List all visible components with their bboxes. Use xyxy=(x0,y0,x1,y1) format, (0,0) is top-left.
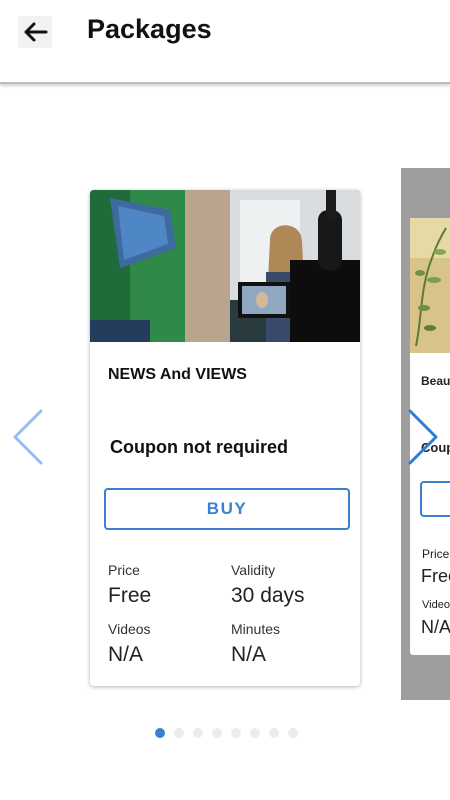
pagination-dot[interactable] xyxy=(174,728,184,738)
arrow-left-icon xyxy=(24,22,48,42)
videos-label: Videos xyxy=(108,621,151,637)
pagination-dot[interactable] xyxy=(269,728,279,738)
package-card: NEWS And VIEWS Coupon not required BUY P… xyxy=(90,190,360,686)
next-price-value: Free xyxy=(421,566,450,586)
validity-value: 30 days xyxy=(231,584,305,607)
validity-label: Validity xyxy=(231,562,276,578)
next-package-name: Beaut xyxy=(421,374,450,388)
buy-button[interactable]: BUY xyxy=(104,488,350,530)
pagination-dot[interactable] xyxy=(288,728,298,738)
package-image xyxy=(90,190,360,342)
pagination-dot[interactable] xyxy=(250,728,260,738)
page-title: Packages xyxy=(87,14,212,44)
app-bar: Packages xyxy=(0,0,450,84)
price-label: Price xyxy=(108,562,140,578)
chevron-left-icon[interactable] xyxy=(10,408,46,468)
next-package-buy-button[interactable] xyxy=(420,481,450,517)
carousel-pagination xyxy=(155,728,298,738)
back-button[interactable] xyxy=(18,16,52,48)
coupon-status: Coupon not required xyxy=(110,437,288,457)
videos-value: N/A xyxy=(108,643,144,666)
pagination-dot[interactable] xyxy=(155,728,165,738)
price-value: Free xyxy=(108,584,152,607)
pagination-dot[interactable] xyxy=(212,728,222,738)
pagination-dot[interactable] xyxy=(231,728,241,738)
pagination-dot[interactable] xyxy=(193,728,203,738)
chevron-right-icon[interactable] xyxy=(404,408,444,468)
package-name: NEWS And VIEWS xyxy=(108,366,247,383)
next-videos-label: Videos xyxy=(422,599,450,611)
next-price-label: Price xyxy=(422,547,450,561)
minutes-label: Minutes xyxy=(231,621,281,637)
next-videos-value: N/A xyxy=(421,617,450,637)
minutes-value: N/A xyxy=(231,643,267,666)
next-package-image xyxy=(410,218,450,353)
